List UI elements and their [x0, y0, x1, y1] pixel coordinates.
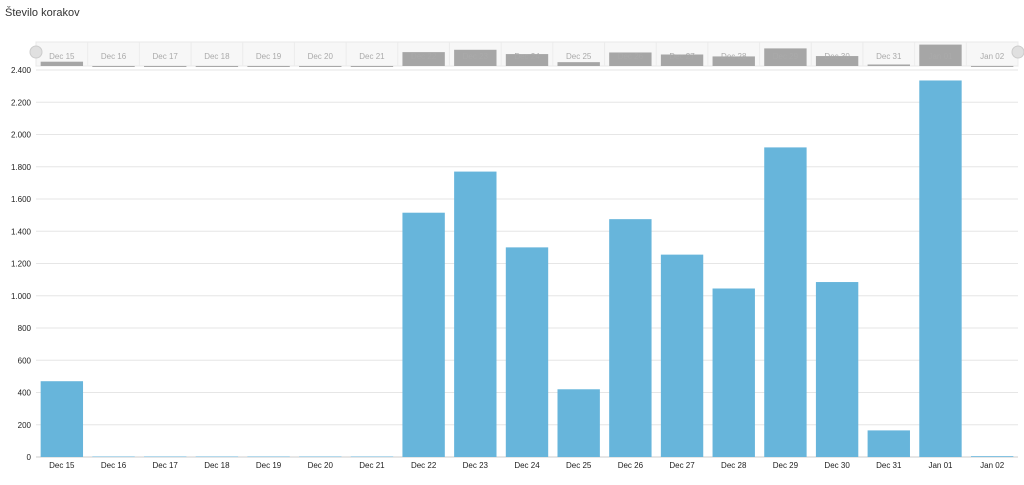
x-tick-label: Dec 25 [566, 461, 592, 470]
y-tick-label: 1.400 [11, 227, 32, 236]
y-tick-label: 1.200 [11, 260, 32, 269]
bar[interactable] [712, 288, 755, 457]
navigator-bar [92, 65, 135, 67]
navigator-label: Jan 01 [928, 52, 953, 61]
navigator-label: Dec 22 [411, 52, 437, 61]
bar[interactable] [505, 247, 549, 457]
navigator-label: Dec 25 [566, 52, 592, 61]
x-tick-label: Dec 31 [876, 461, 902, 470]
x-tick-label: Dec 23 [463, 461, 489, 470]
navigator-bar [867, 64, 910, 66]
y-tick-label: 1.000 [11, 292, 32, 301]
bar[interactable] [144, 456, 187, 458]
bar[interactable] [867, 430, 910, 457]
bar[interactable] [402, 212, 445, 457]
navigator-label: Dec 31 [876, 52, 902, 61]
x-tick-label: Dec 29 [773, 461, 799, 470]
navigator-bar [195, 65, 239, 67]
x-tick-label: Dec 20 [308, 461, 334, 470]
navigator-bar [970, 65, 1014, 67]
navigator-label: Dec 27 [669, 52, 695, 61]
navigator-bar [40, 61, 84, 66]
navigator-label: Dec 17 [153, 52, 179, 61]
y-tick-label: 1.800 [11, 163, 32, 172]
navigator-label: Dec 28 [721, 52, 747, 61]
bar[interactable] [660, 254, 704, 457]
bar[interactable] [557, 389, 600, 457]
x-tick-label: Dec 27 [669, 461, 695, 470]
y-tick-label: 200 [18, 421, 32, 430]
navigator-label: Dec 20 [308, 52, 334, 61]
navigator-label: Dec 18 [204, 52, 230, 61]
navigator-label: Dec 23 [463, 52, 489, 61]
y-tick-label: 1.600 [11, 195, 32, 204]
x-tick-label: Dec 18 [204, 461, 230, 470]
bar[interactable] [609, 219, 652, 457]
navigator-label: Dec 19 [256, 52, 282, 61]
x-tick-label: Dec 30 [824, 461, 850, 470]
x-tick-label: Dec 16 [101, 461, 127, 470]
bar[interactable] [92, 456, 135, 458]
x-tick-label: Dec 17 [153, 461, 179, 470]
bar[interactable] [919, 80, 962, 457]
y-tick-label: 800 [18, 324, 32, 333]
navigator-label: Dec 24 [514, 52, 540, 61]
bar[interactable] [815, 282, 859, 457]
navigator-label: Dec 16 [101, 52, 127, 61]
y-tick-label: 2.200 [11, 98, 32, 107]
navigator-label: Dec 21 [359, 52, 385, 61]
navigator-bar [299, 65, 342, 67]
navigator-label: Dec 30 [824, 52, 850, 61]
x-tick-label: Jan 02 [980, 461, 1005, 470]
y-axis: 0 200 400 600 800 1.000 1.200 1.400 1.600 1.800 2.… [11, 66, 32, 462]
navigator-label: Jan 02 [980, 52, 1005, 61]
bar[interactable] [195, 456, 239, 458]
y-tick-label: 2.000 [11, 131, 32, 140]
y-tick-label: 600 [18, 356, 32, 365]
x-tick-label: Dec 21 [359, 461, 385, 470]
bar[interactable] [970, 456, 1014, 457]
bar[interactable] [454, 171, 497, 457]
x-tick-label: Jan 01 [928, 461, 953, 470]
navigator-label: Dec 26 [618, 52, 644, 61]
navigator-bar [144, 65, 187, 67]
navigator-bar [247, 65, 290, 67]
x-axis: Dec 15 Dec 16 Dec 17 Dec 18 Dec 19 Dec 20 Dec … [49, 461, 1005, 470]
navigator-left-handle[interactable] [29, 45, 43, 59]
bar[interactable] [764, 147, 807, 457]
y-tick-label: 2.400 [11, 66, 32, 75]
x-tick-label: Dec 28 [721, 461, 747, 470]
bar[interactable] [247, 456, 290, 458]
navigator-bar [350, 65, 394, 67]
navigator-right-handle[interactable] [1011, 45, 1024, 59]
bar[interactable] [40, 381, 84, 457]
navigator-label: Dec 15 [49, 52, 75, 61]
x-tick-label: Dec 22 [411, 461, 437, 470]
bar[interactable] [350, 456, 394, 458]
navigator-label: Dec 29 [773, 52, 799, 61]
bar-chart: Dec 15 Dec 16 Dec 17 Dec 18 Dec 19 Dec 20 Dec … [11, 41, 1024, 470]
navigator-bar [557, 62, 600, 66]
x-tick-label: Dec 26 [618, 461, 644, 470]
x-tick-label: Dec 19 [256, 461, 282, 470]
x-tick-label: Dec 15 [49, 461, 75, 470]
bar[interactable] [299, 456, 342, 458]
y-tick-label: 0 [27, 453, 32, 462]
range-navigator: Dec 15 Dec 16 Dec 17 Dec 18 Dec 19 Dec 20 Dec … [29, 41, 1024, 67]
x-tick-label: Dec 24 [514, 461, 540, 470]
y-tick-label: 400 [18, 389, 32, 398]
bars [40, 80, 1014, 458]
